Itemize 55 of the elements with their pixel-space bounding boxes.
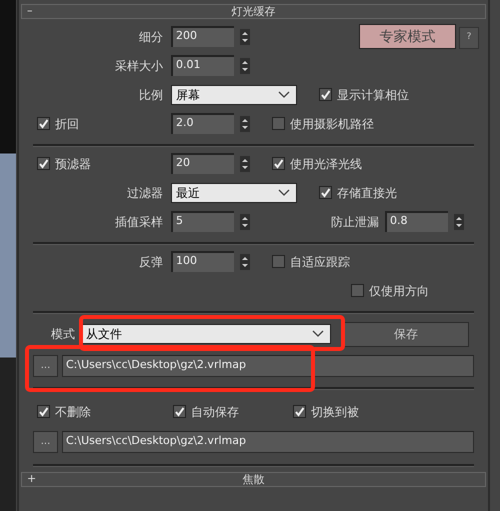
checkbox[interactable]: [272, 255, 285, 268]
chevron-down-icon[interactable]: [278, 188, 290, 196]
checkbox-label: 自动保存: [191, 404, 239, 420]
rollout-header[interactable]: – 灯光缓存: [21, 4, 486, 19]
toggle-sign: –: [27, 5, 32, 16]
number-field[interactable]: 2.0: [171, 113, 234, 134]
field-label: 反弹: [139, 254, 163, 270]
field-label: 采样大小: [115, 58, 163, 74]
rollout-title: 焦散: [242, 474, 264, 485]
spinner-arrows-icon[interactable]: [240, 58, 250, 74]
dropdown[interactable]: 最近: [171, 182, 297, 202]
save-button[interactable]: 保存: [343, 322, 469, 346]
number-field[interactable]: 20: [171, 153, 234, 174]
checkbox[interactable]: [351, 284, 364, 297]
toggle-sign: +: [27, 473, 36, 484]
field-label: 比例: [139, 86, 163, 104]
dropdown[interactable]: 屏幕: [171, 84, 297, 104]
field-label: 插值采样: [115, 214, 163, 230]
dropdown[interactable]: 从文件: [81, 324, 331, 344]
field-label: 折回: [55, 116, 79, 132]
file-path-field[interactable]: C:\Users\cc\Desktop\gz\2.vrlmap: [62, 355, 474, 377]
file-path-field[interactable]: C:\Users\cc\Desktop\gz\2.vrlmap: [62, 431, 474, 453]
checkbox-label: 自适应跟踪: [290, 254, 350, 270]
chevron-down-icon[interactable]: [278, 90, 290, 98]
number-field[interactable]: 5: [171, 211, 234, 232]
browse-button[interactable]: ...: [33, 431, 58, 453]
field-label: 防止泄漏: [331, 214, 379, 230]
chevron-down-icon[interactable]: [312, 330, 324, 338]
checkbox-label: 使用光泽光线: [290, 156, 362, 172]
spinner-arrows-icon[interactable]: [240, 116, 250, 132]
expert-mode-button[interactable]: 专家模式: [359, 24, 456, 49]
field-label: 过滤器: [127, 184, 163, 202]
field-label: 模式: [50, 326, 76, 343]
rollout-header[interactable]: + 焦散: [21, 472, 486, 487]
field-label: 细分: [139, 28, 163, 46]
spinner-arrows-icon[interactable]: [240, 214, 250, 230]
checkbox-label: 使用摄影机路径: [290, 116, 374, 132]
number-field[interactable]: 0.01: [171, 55, 234, 76]
rollout-title: 灯光缓存: [232, 6, 276, 17]
spinner-arrows-icon[interactable]: [240, 28, 250, 44]
checkbox-label: 存储直接光: [337, 184, 397, 202]
browse-button[interactable]: ...: [33, 355, 58, 377]
checkbox-label: 仅使用方向: [369, 282, 429, 300]
spinner-arrows-icon[interactable]: [240, 156, 250, 172]
help-button[interactable]: ?: [459, 27, 479, 49]
number-field[interactable]: 0.8: [385, 211, 448, 232]
field-label: 预滤器: [55, 156, 91, 172]
number-field[interactable]: 100: [171, 251, 234, 272]
checkbox[interactable]: [272, 117, 285, 130]
number-field[interactable]: 200: [171, 26, 234, 47]
spinner-arrows-icon[interactable]: [240, 254, 250, 270]
spinner-arrows-icon[interactable]: [454, 214, 464, 230]
checkbox-label: 不删除: [55, 404, 91, 420]
checkbox-label: 切换到被: [311, 404, 359, 420]
checkbox-label: 显示计算相位: [337, 86, 409, 104]
